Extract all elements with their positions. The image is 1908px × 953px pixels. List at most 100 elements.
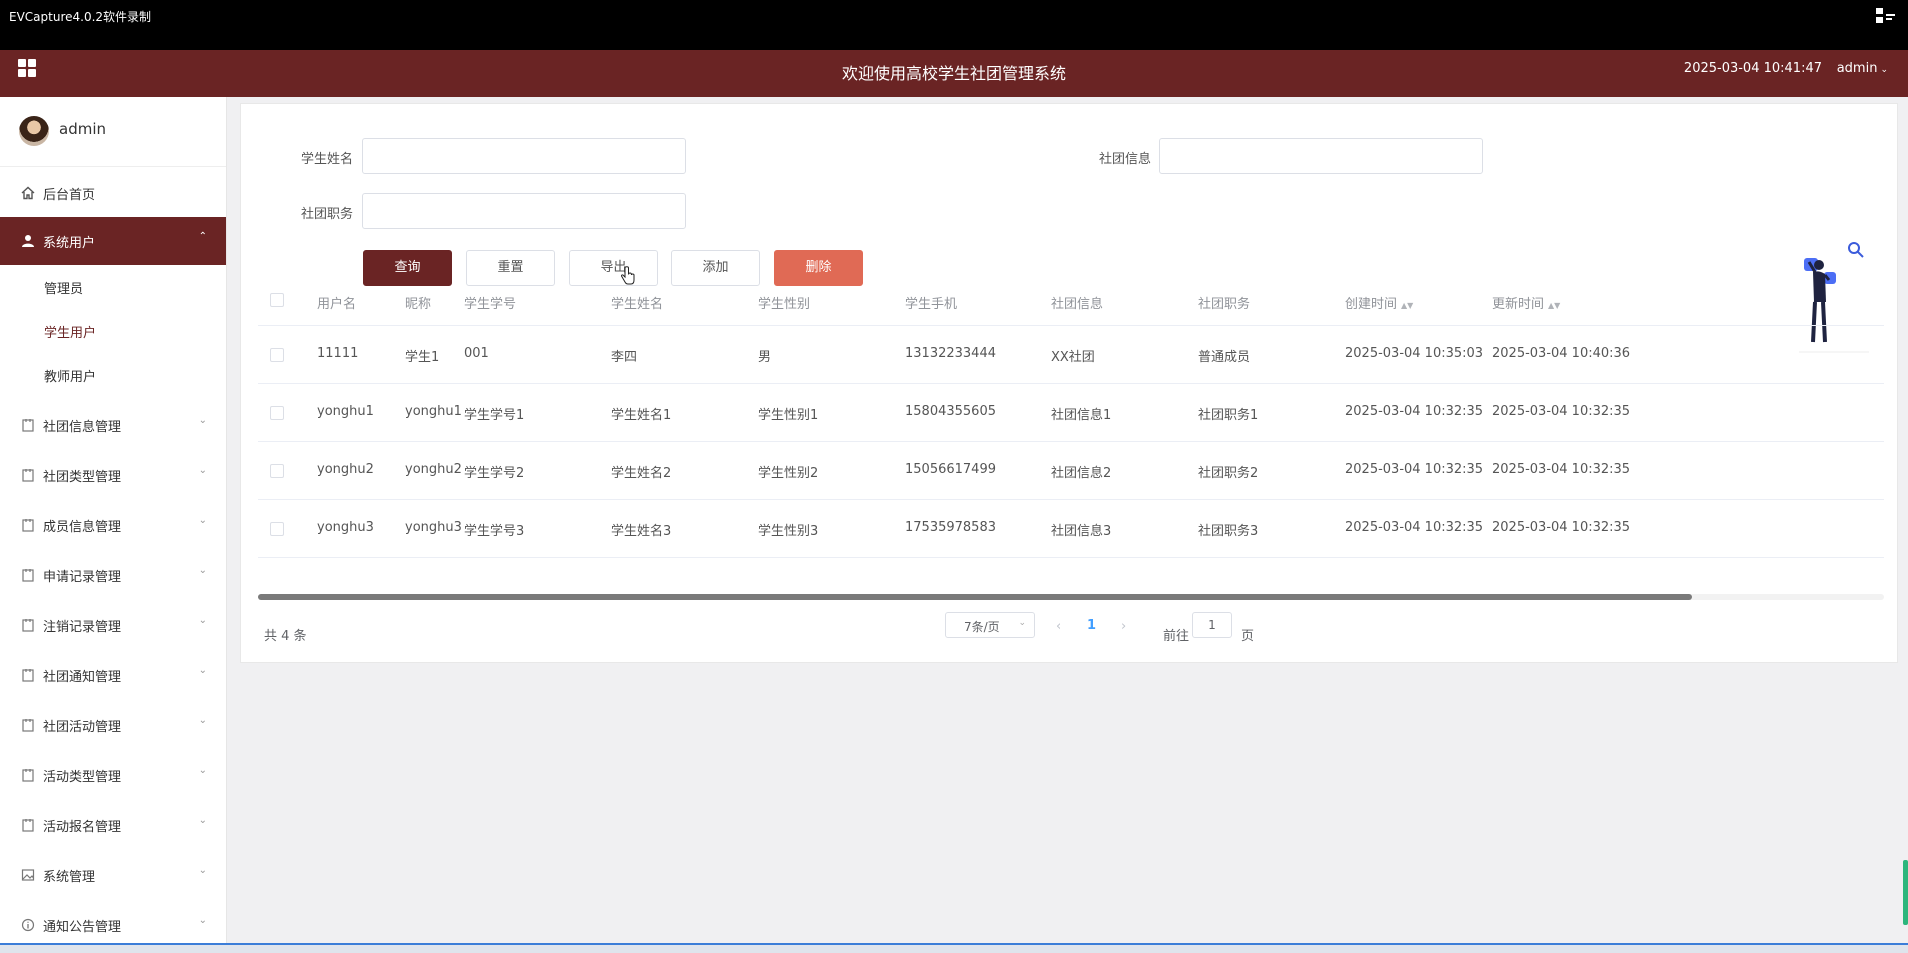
table-cell: yonghu1 [405, 404, 462, 419]
doc-icon [22, 819, 34, 832]
sidebar-item-label: 社团通知管理 [43, 670, 122, 685]
chevron-down-icon: ⌄ [198, 815, 207, 826]
student-name-input[interactable] [362, 138, 686, 174]
table-cell: 学生学号1 [464, 408, 525, 423]
doc-icon [22, 669, 34, 682]
horizontal-scrollbar-thumb[interactable] [258, 594, 1692, 600]
sidebar-item-system-management[interactable]: 系统管理 ⌄ [0, 851, 226, 899]
recorder-bar: EVCapture4.0.2软件录制 [0, 0, 1908, 50]
row-checkbox[interactable] [270, 464, 284, 478]
sidebar-item-activity-types[interactable]: 活动类型管理 ⌄ [0, 751, 226, 799]
table-cell: 学生性别2 [758, 466, 819, 481]
table-cell: 学生学号2 [464, 466, 525, 481]
table-cell: 15056617499 [905, 462, 996, 477]
next-page-icon[interactable]: › [1121, 619, 1126, 634]
table-row[interactable]: 11111 学生1 001 李四 男 13132233444 XX社团 普通成员… [258, 326, 1884, 384]
sidebar-item-label: 活动报名管理 [43, 820, 122, 835]
select-all-checkbox[interactable] [270, 293, 284, 307]
table-cell: 2025-03-04 10:32:35 [1345, 404, 1484, 419]
sidebar-item-cancellations[interactable]: 注销记录管理 ⌄ [0, 601, 226, 649]
table-cell: 15804355605 [905, 404, 996, 419]
doc-icon [22, 519, 34, 532]
table-cell: 社团信息1 [1051, 408, 1112, 423]
chevron-down-icon: ⌄ [198, 765, 207, 776]
club-info-input[interactable] [1159, 138, 1483, 174]
avatar [19, 116, 49, 146]
image-icon [21, 869, 35, 881]
doc-icon [22, 569, 34, 582]
chevron-down-icon: ⌄ [198, 665, 207, 676]
sidebar-item-applications[interactable]: 申请记录管理 ⌄ [0, 551, 226, 599]
sidebar-subitem-admins[interactable]: 管理员 [0, 265, 226, 309]
table-cell: 普通成员 [1198, 350, 1251, 365]
table-cell: yonghu2 [405, 462, 462, 477]
club-role-input[interactable] [362, 193, 686, 229]
sort-icon[interactable]: ▲▼ [1548, 301, 1560, 310]
chevron-down-icon: ⌄ [198, 715, 207, 726]
page-size-select[interactable]: 7条/页 ⌄ [945, 612, 1035, 638]
vertical-scroll-indicator[interactable] [1903, 860, 1908, 925]
sidebar-item-club-info[interactable]: 社团信息管理 ⌄ [0, 401, 226, 449]
table-cell: 2025-03-04 10:32:35 [1492, 462, 1631, 477]
table-cell: 社团信息3 [1051, 524, 1112, 539]
column-header: 社团职务 [1198, 297, 1251, 312]
sidebar-item-label: 社团类型管理 [43, 470, 122, 485]
chevron-down-icon: ⌄ [198, 915, 207, 926]
sidebar-item-club-activities[interactable]: 社团活动管理 ⌄ [0, 701, 226, 749]
sidebar-item-members[interactable]: 成员信息管理 ⌄ [0, 501, 226, 549]
table-row[interactable]: yonghu2 yonghu2 学生学号2 学生姓名2 学生性别2 150566… [258, 442, 1884, 500]
sidebar-item-label: 注销记录管理 [43, 620, 122, 635]
sortable-column-header[interactable]: 更新时间 ▲▼ [1492, 293, 1560, 312]
column-header: 社团信息 [1051, 297, 1104, 312]
table-row[interactable]: yonghu1 yonghu1 学生学号1 学生姓名1 学生性别1 158043… [258, 384, 1884, 442]
taskbar-strip [0, 943, 1908, 953]
column-header-label: 创建时间 [1345, 297, 1398, 312]
sidebar-item-label: 社团活动管理 [43, 720, 122, 735]
club-role-label: 社团职务 [301, 207, 354, 222]
pagination-current-page[interactable]: 1 [1087, 618, 1096, 633]
table-cell: yonghu2 [317, 462, 374, 477]
sidebar-item-club-notices[interactable]: 社团通知管理 ⌄ [0, 651, 226, 699]
user-menu-label: admin [1836, 61, 1878, 76]
exit-fullscreen-icon[interactable] [1876, 8, 1896, 24]
sidebar-subitem-students[interactable]: 学生用户 [0, 309, 226, 353]
sidebar-item-activity-signup[interactable]: 活动报名管理 ⌄ [0, 801, 226, 849]
sidebar-item-label: 社团信息管理 [43, 420, 122, 435]
column-header: 用户名 [317, 297, 357, 312]
table-cell: 学生1 [405, 350, 440, 365]
sidebar-item-label: 系统管理 [43, 870, 96, 885]
sidebar-subitem-teachers[interactable]: 教师用户 [0, 353, 226, 397]
table-row[interactable]: yonghu3 yonghu3 学生学号3 学生姓名3 学生性别3 175359… [258, 500, 1884, 558]
table-cell: 男 [758, 350, 772, 365]
sidebar-item-announcements[interactable]: 通知公告管理 ⌄ [0, 901, 226, 943]
chevron-down-icon: ⌄ [1880, 65, 1888, 75]
row-checkbox[interactable] [270, 406, 284, 420]
chevron-down-icon: ⌄ [198, 415, 207, 426]
prev-page-icon[interactable]: ‹ [1056, 619, 1061, 634]
doc-icon [22, 719, 34, 732]
table-cell: 2025-03-04 10:32:35 [1345, 520, 1484, 535]
doc-icon [22, 419, 34, 432]
chevron-up-icon: ⌃ [198, 231, 207, 242]
table-cell: 学生姓名3 [611, 524, 672, 539]
sort-icon[interactable]: ▲▼ [1401, 301, 1413, 310]
sidebar-profile: admin [0, 97, 226, 167]
table-cell: 学生性别1 [758, 408, 819, 423]
column-header: 昵称 [405, 297, 432, 312]
goto-page-input[interactable]: 1 [1192, 612, 1232, 638]
sidebar-item-club-types[interactable]: 社团类型管理 ⌄ [0, 451, 226, 499]
chevron-down-icon: ⌄ [198, 515, 207, 526]
table-cell: yonghu1 [317, 404, 374, 419]
table-cell: 学生姓名2 [611, 466, 672, 481]
table-cell: XX社团 [1051, 350, 1095, 365]
user-menu[interactable]: admin ⌄ [1837, 61, 1888, 76]
table-cell: 001 [464, 346, 489, 361]
row-checkbox[interactable] [270, 522, 284, 536]
info-icon [21, 918, 35, 932]
table-cell: 学生学号3 [464, 524, 525, 539]
sortable-column-header[interactable]: 创建时间 ▲▼ [1345, 293, 1413, 312]
row-checkbox[interactable] [270, 348, 284, 362]
sidebar-item-home[interactable]: 后台首页 [0, 169, 226, 217]
pagination-total: 共 4 条 [264, 629, 307, 644]
sidebar-item-system-users[interactable]: 系统用户 ⌃ [0, 217, 226, 265]
